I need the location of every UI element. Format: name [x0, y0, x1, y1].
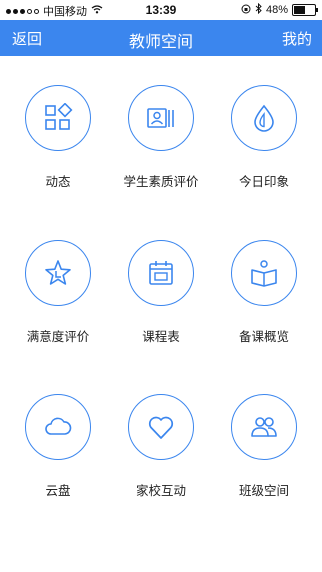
battery-percent: 48% [265, 4, 288, 16]
nav-bar: 返回 教师空间 我的 [0, 20, 322, 56]
grid-item-label: 云盘 [45, 484, 71, 498]
icon-circle [25, 85, 91, 151]
grid-item-class-space[interactable]: 班级空间 [214, 394, 314, 499]
lock-rotation-icon [241, 4, 251, 17]
heart-icon [148, 416, 174, 439]
star-icon [45, 260, 71, 285]
icon-circle [231, 240, 297, 306]
icon-circle [128, 240, 194, 306]
grid-item-satisfaction[interactable]: 满意度评价 [8, 240, 108, 345]
grid-item-label: 备课概览 [238, 330, 289, 344]
grid-item-label: 满意度评价 [26, 330, 90, 344]
icon-circle [128, 85, 194, 151]
battery-icon [292, 4, 318, 16]
grid-item-dynamics[interactable]: 动态 [8, 85, 108, 190]
people-icon [251, 417, 277, 437]
status-right: 48% [241, 2, 318, 17]
grid-item-today-impression[interactable]: 今日印象 [214, 85, 314, 190]
status-bar: 中国移动 13:39 48% [0, 0, 322, 20]
grid-item-lesson-prep[interactable]: 备课概览 [214, 240, 314, 345]
icon-circle [231, 85, 297, 151]
student-card-icon [147, 108, 174, 128]
grid-item-label: 学生素质评价 [123, 175, 199, 189]
cloud-icon [45, 417, 72, 435]
grid-item-home-school[interactable]: 家校互动 [111, 394, 211, 499]
reading-book-icon [251, 260, 277, 287]
grid-item-schedule[interactable]: 课程表 [111, 240, 211, 345]
icon-circle [231, 394, 297, 460]
icon-circle [25, 240, 91, 306]
calendar-icon [149, 261, 173, 285]
grid-item-label: 家校互动 [135, 484, 186, 498]
grid-item-label: 动态 [45, 175, 71, 189]
grid-item-label: 班级空间 [238, 484, 289, 498]
grid-item-cloud-disk[interactable]: 云盘 [8, 394, 108, 499]
dashboard-grid-icon [45, 103, 73, 130]
mine-button[interactable]: 我的 [282, 28, 312, 49]
grid-item-student-evaluation[interactable]: 学生素质评价 [111, 85, 211, 190]
grid-item-label: 课程表 [142, 330, 180, 344]
grid-item-label: 今日印象 [238, 175, 289, 189]
icon-circle [128, 394, 194, 460]
bluetooth-icon [255, 2, 262, 17]
page-title: 教师空间 [128, 34, 193, 51]
icon-circle [25, 394, 91, 460]
drop-icon [254, 104, 274, 132]
